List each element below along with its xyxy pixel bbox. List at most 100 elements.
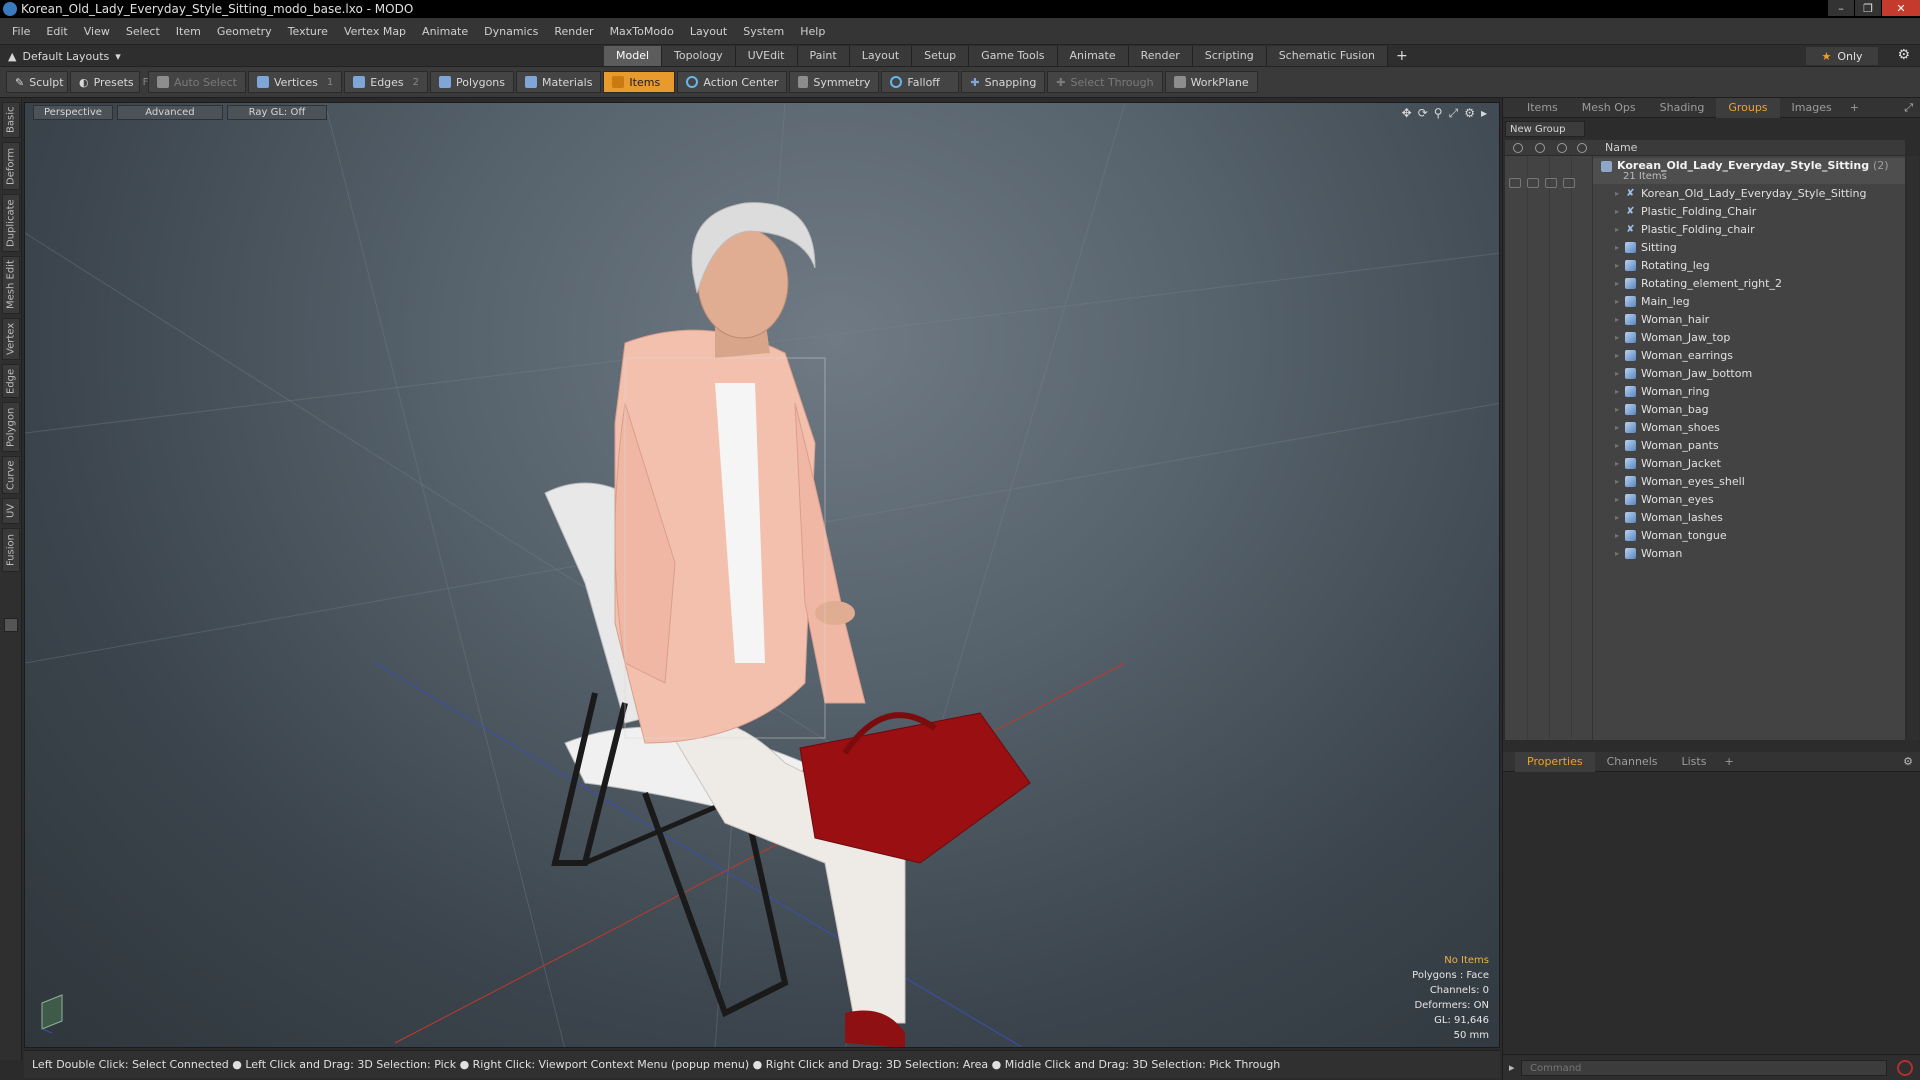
- tab-animate[interactable]: Animate: [1057, 46, 1129, 66]
- new-group-button[interactable]: New Group: [1505, 121, 1585, 137]
- vtab-basic[interactable]: Basic: [2, 102, 20, 138]
- group-row[interactable]: Korean_Old_Lady_Everyday_Style_Sitting (…: [1593, 158, 1905, 184]
- menu-texture[interactable]: Texture: [280, 25, 336, 38]
- render-toggle-icon[interactable]: [1535, 143, 1545, 153]
- tab-model[interactable]: Model: [604, 46, 663, 66]
- group-item-row[interactable]: ▸ Woman_lashes: [1593, 508, 1905, 526]
- select-toggle-icon[interactable]: [1577, 143, 1587, 153]
- tab-channels[interactable]: Channels: [1595, 752, 1670, 772]
- falloff-button[interactable]: Falloff: [881, 71, 960, 93]
- vtab-deform[interactable]: Deform: [2, 142, 20, 190]
- expand-arrow-icon[interactable]: ▸: [1615, 207, 1621, 216]
- view-settings-gear-icon[interactable]: ⚙: [1464, 106, 1475, 121]
- rotate-view-icon[interactable]: ⟳: [1418, 106, 1428, 121]
- menu-help[interactable]: Help: [792, 25, 833, 38]
- menu-file[interactable]: File: [4, 25, 38, 38]
- expand-arrow-icon[interactable]: ▸: [1615, 225, 1621, 234]
- group-item-row[interactable]: ▸ Woman_Jaw_bottom: [1593, 364, 1905, 382]
- expand-arrow-icon[interactable]: ▸: [1615, 279, 1621, 288]
- lock-toggle-icon[interactable]: [1557, 143, 1567, 153]
- expand-arrow-icon[interactable]: ▸: [1615, 423, 1621, 432]
- group-item-row[interactable]: ▸ Woman_bag: [1593, 400, 1905, 418]
- panel-expand-icon[interactable]: ⤢: [1904, 101, 1913, 115]
- edges-button[interactable]: Edges 2: [344, 71, 429, 93]
- sculpt-button[interactable]: ✎ Sculpt: [6, 71, 68, 93]
- tab-items[interactable]: Items: [1515, 98, 1570, 118]
- tab-lists[interactable]: Lists: [1670, 752, 1719, 772]
- tab-groups[interactable]: Groups: [1716, 97, 1780, 118]
- menu-render[interactable]: Render: [546, 25, 601, 38]
- items-button[interactable]: Items: [603, 71, 676, 93]
- group-item-row[interactable]: ▸ Sitting: [1593, 238, 1905, 256]
- menu-layout[interactable]: Layout: [682, 25, 735, 38]
- tab-schematic-fusion[interactable]: Schematic Fusion: [1266, 46, 1389, 66]
- expand-arrow-icon[interactable]: ▸: [1615, 531, 1621, 540]
- vtab-vertex[interactable]: Vertex: [2, 318, 20, 360]
- symmetry-button[interactable]: Symmetry: [789, 71, 880, 93]
- snapping-button[interactable]: ✚ Snapping: [961, 71, 1046, 93]
- group-item-row[interactable]: ▸ Woman_eyes_shell: [1593, 472, 1905, 490]
- vtab-mesh-edit[interactable]: Mesh Edit: [2, 256, 20, 314]
- group-item-row[interactable]: ▸ Woman_pants: [1593, 436, 1905, 454]
- tab-render[interactable]: Render: [1128, 46, 1193, 66]
- default-layouts-dropdown[interactable]: ▲ Default Layouts ▾: [8, 47, 121, 65]
- group-item-row[interactable]: ▸ ✘ Plastic_Folding_Chair: [1593, 202, 1905, 220]
- perspective-button[interactable]: Perspective: [33, 105, 113, 120]
- vtab-fusion[interactable]: Fusion: [2, 528, 20, 572]
- vtab-polygon[interactable]: Polygon: [2, 402, 20, 452]
- advanced-button[interactable]: Advanced: [116, 105, 223, 120]
- fit-view-icon[interactable]: ⤢: [1449, 106, 1459, 121]
- polygons-button[interactable]: Polygons: [430, 71, 514, 93]
- menu-item[interactable]: Item: [168, 25, 209, 38]
- minimize-button[interactable]: –: [1828, 0, 1854, 16]
- group-item-row[interactable]: ▸ Woman_ring: [1593, 382, 1905, 400]
- vertices-button[interactable]: Vertices 1: [247, 71, 343, 93]
- tab-setup[interactable]: Setup: [912, 46, 970, 66]
- group-item-row[interactable]: ▸ Woman_hair: [1593, 310, 1905, 328]
- expand-arrow-icon[interactable]: ▸: [1615, 441, 1621, 450]
- select-through-button[interactable]: ✚ Select Through: [1047, 71, 1163, 93]
- group-item-row[interactable]: ▸ ✘ Korean_Old_Lady_Everyday_Style_Sitting: [1593, 184, 1905, 202]
- properties-settings-icon[interactable]: ⚙: [1903, 755, 1913, 768]
- tab-mesh-ops[interactable]: Mesh Ops: [1570, 98, 1648, 118]
- vtab-edge[interactable]: Edge: [2, 364, 20, 398]
- tab-images[interactable]: Images: [1780, 98, 1844, 118]
- menu-edit[interactable]: Edit: [38, 25, 75, 38]
- group-item-row[interactable]: ▸ Woman_tongue: [1593, 526, 1905, 544]
- expand-arrow-icon[interactable]: ▸: [1615, 369, 1621, 378]
- group-item-row[interactable]: ▸ ✘ Plastic_Folding_chair: [1593, 220, 1905, 238]
- groups-scrollbar[interactable]: [1907, 156, 1919, 740]
- only-toggle[interactable]: ★ Only: [1806, 47, 1878, 65]
- tab-layout[interactable]: Layout: [849, 46, 913, 66]
- group-item-row[interactable]: ▸ Woman_Jaw_top: [1593, 328, 1905, 346]
- add-properties-tab-button[interactable]: +: [1718, 755, 1739, 768]
- workplane-button[interactable]: WorkPlane: [1164, 71, 1258, 93]
- group-item-row[interactable]: ▸ Woman_eyes: [1593, 490, 1905, 508]
- name-column-header[interactable]: Name: [1605, 141, 1637, 154]
- expand-arrow-icon[interactable]: ▸: [1615, 387, 1621, 396]
- menu-view[interactable]: View: [76, 25, 118, 38]
- group-item-row[interactable]: ▸ Woman_Jacket: [1593, 454, 1905, 472]
- expand-arrow-icon[interactable]: ▸: [1615, 297, 1621, 306]
- expand-arrow-icon[interactable]: ▸: [1615, 261, 1621, 270]
- record-macro-icon[interactable]: [1897, 1060, 1913, 1076]
- menu-vertex-map[interactable]: Vertex Map: [336, 25, 414, 38]
- expand-arrow-icon[interactable]: ▸: [1615, 315, 1621, 324]
- action-center-button[interactable]: Action Center: [677, 71, 788, 93]
- command-input[interactable]: [1521, 1060, 1887, 1076]
- expand-arrow-icon[interactable]: ▸: [1615, 549, 1621, 558]
- group-item-row[interactable]: ▸ Rotating_element_right_2: [1593, 274, 1905, 292]
- expand-arrow-icon[interactable]: ▸: [1615, 189, 1621, 198]
- group-render-toggle[interactable]: [1527, 178, 1539, 188]
- tab-topology[interactable]: Topology: [662, 46, 736, 66]
- materials-button[interactable]: Materials: [516, 71, 602, 93]
- toolbox-toggle-button[interactable]: [4, 618, 18, 632]
- group-item-row[interactable]: ▸ Woman_earrings: [1593, 346, 1905, 364]
- vtab-uv[interactable]: UV: [2, 498, 20, 524]
- auto-select-button[interactable]: Auto Select: [148, 71, 246, 93]
- expand-arrow-icon[interactable]: ▸: [1615, 459, 1621, 468]
- expand-arrow-icon[interactable]: ▸: [1615, 333, 1621, 342]
- tab-uvedit[interactable]: UVEdit: [735, 46, 798, 66]
- menu-geometry[interactable]: Geometry: [209, 25, 280, 38]
- restore-button[interactable]: ❐: [1855, 0, 1881, 16]
